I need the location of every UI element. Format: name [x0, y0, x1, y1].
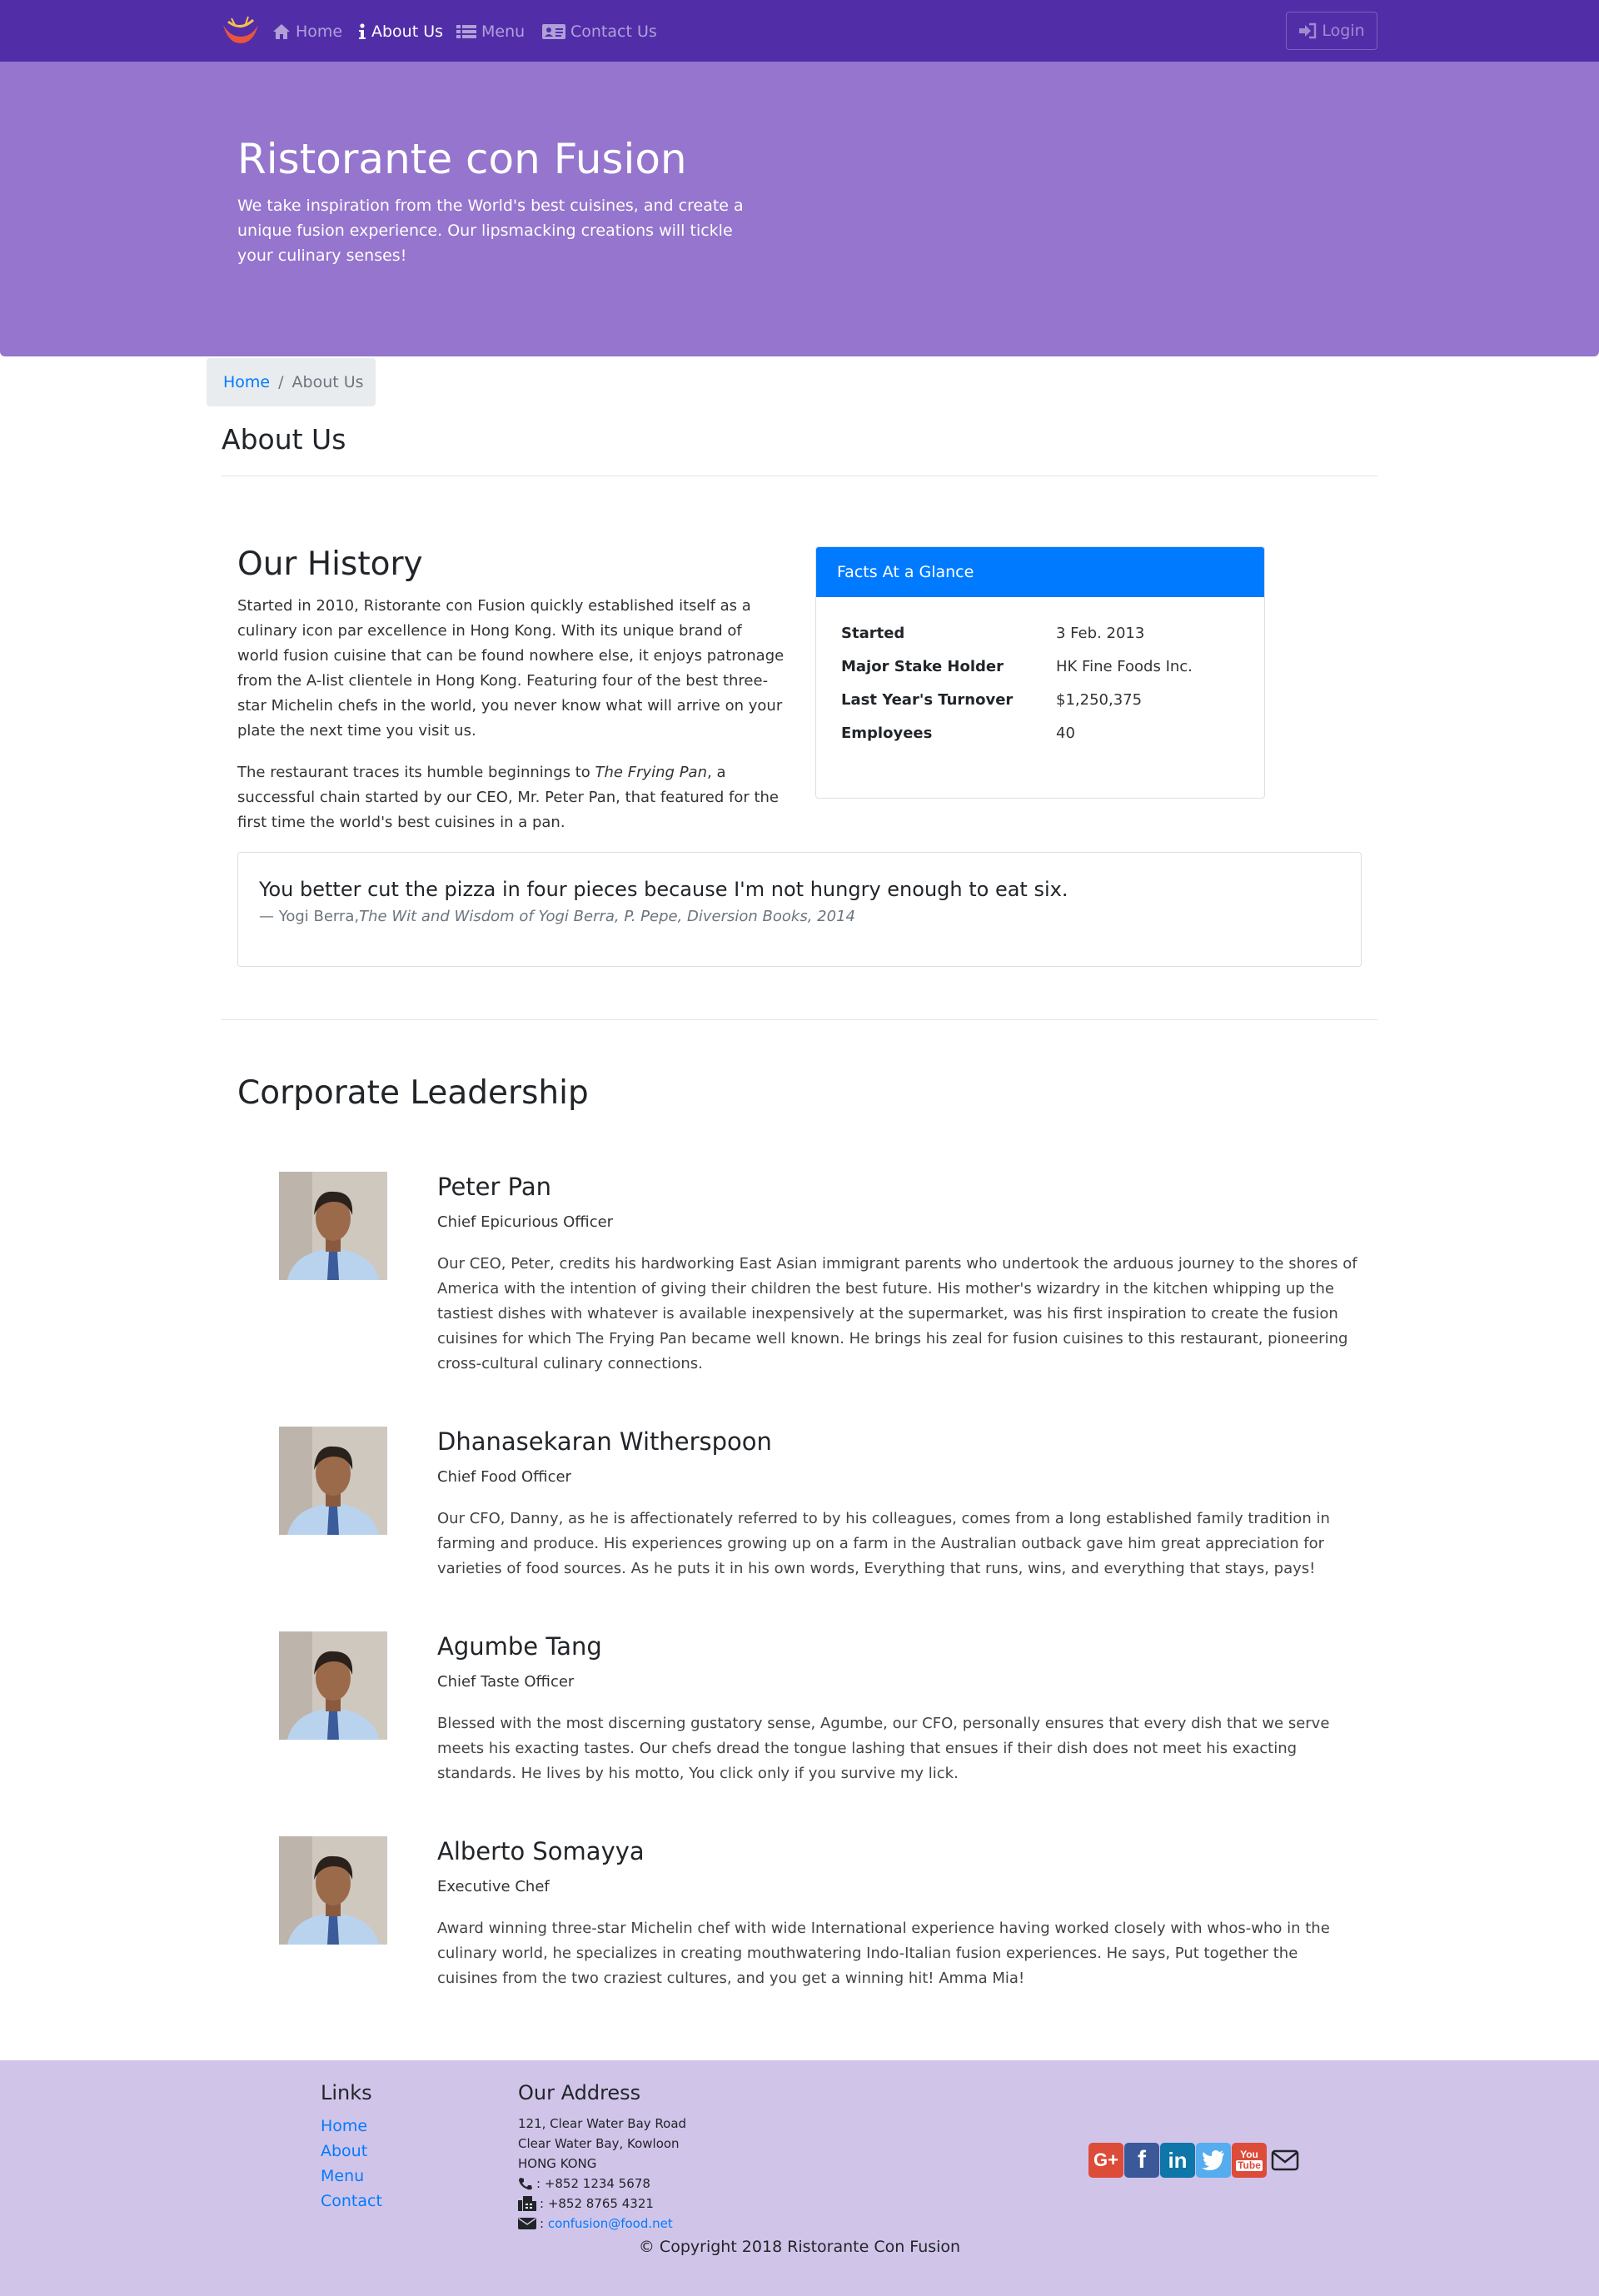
- nav-about-us-label: About Us: [371, 22, 444, 41]
- history-paragraph-1: Started in 2010, Ristorante con Fusion q…: [237, 597, 785, 740]
- youtube-icon[interactable]: You Tube: [1232, 2143, 1267, 2178]
- nav-menu-label: Menu: [481, 22, 526, 41]
- breadcrumb-home[interactable]: Home: [223, 373, 270, 391]
- fact-label: Major Stake Holder: [841, 658, 1004, 675]
- social-links: G+ f in You Tube: [1088, 2143, 1303, 2178]
- nav-contact-us-label: Contact Us: [570, 22, 657, 41]
- fact-label: Started: [841, 625, 905, 642]
- email-link[interactable]: confusion@food.net: [548, 2216, 673, 2231]
- facts-card: Facts At a Glance Started 3 Feb. 2013 Ma…: [815, 546, 1265, 799]
- quote-author: — Yogi Berra,: [259, 908, 360, 925]
- info-icon: [358, 23, 366, 40]
- leadership-title: Corporate Leadership: [237, 1074, 589, 1112]
- login-button[interactable]: Login: [1286, 12, 1377, 50]
- jumbotron-text: We take inspiration from the World's bes…: [237, 197, 744, 265]
- jumbotron: Ristorante con Fusion We take inspiratio…: [0, 62, 1599, 356]
- address-line: Clear Water Bay, Kowloon: [518, 2136, 680, 2151]
- fax-number: : +852 8765 4321: [540, 2196, 654, 2211]
- quote-source: The Wit and Wisdom of Yogi Berra, P. Pep…: [359, 908, 855, 925]
- leader-description: Award winning three-star Michelin chef w…: [437, 1920, 1330, 1987]
- fact-row: Started 3 Feb. 2013: [841, 625, 1144, 642]
- footer-link-contact[interactable]: Contact: [321, 2192, 382, 2210]
- footer-address-heading: Our Address: [518, 2081, 641, 2104]
- leader-name: Dhanasekaran Witherspoon: [437, 1427, 772, 1456]
- leader-name: Alberto Somayya: [437, 1837, 645, 1865]
- leader-role: Chief Taste Officer: [437, 1673, 575, 1691]
- fact-row: Last Year's Turnover $1,250,375: [841, 691, 1142, 709]
- sign-in-icon: [1298, 22, 1317, 39]
- restaurant-logo[interactable]: [220, 15, 262, 48]
- leader-role: Chief Food Officer: [437, 1468, 571, 1486]
- footer-link-home[interactable]: Home: [321, 2117, 367, 2135]
- twitter-icon[interactable]: [1196, 2143, 1231, 2178]
- login-label: Login: [1322, 22, 1365, 40]
- footer-links-heading: Links: [321, 2081, 372, 2104]
- leader-name: Peter Pan: [437, 1173, 551, 1201]
- home-icon: [272, 23, 291, 40]
- fact-value: $1,250,375: [1056, 691, 1143, 709]
- nav-about-us[interactable]: About Us: [358, 20, 443, 43]
- nav-home[interactable]: Home: [272, 20, 342, 43]
- nav-contact-us[interactable]: Contact Us: [542, 20, 657, 43]
- jumbotron-title: Ristorante con Fusion: [237, 135, 687, 183]
- copyright: © Copyright 2018 Ristorante Con Fusion: [638, 2238, 961, 2256]
- quote-card: You better cut the pizza in four pieces …: [237, 852, 1362, 967]
- leader-role: Chief Epicurious Officer: [437, 1213, 614, 1231]
- list-icon: [456, 23, 476, 40]
- phone-number: : +852 1234 5678: [536, 2176, 650, 2191]
- phone-icon: [518, 2177, 533, 2190]
- leader-description: Our CFO, Danny, as he is affectionately …: [437, 1510, 1330, 1577]
- address-line: 121, Clear Water Bay Road: [518, 2116, 687, 2131]
- nav-home-label: Home: [296, 22, 343, 41]
- footer-link-about[interactable]: About: [321, 2142, 367, 2160]
- quote-text: You better cut the pizza in four pieces …: [259, 878, 1068, 901]
- leader-photo: [279, 1172, 387, 1280]
- footer: [0, 2060, 1599, 2296]
- footer-link-menu[interactable]: Menu: [321, 2167, 364, 2185]
- frying-pan-name: The Frying Pan: [595, 764, 707, 781]
- page-title: About Us: [222, 423, 346, 456]
- leader-role: Executive Chef: [437, 1878, 550, 1895]
- facts-card-header: Facts At a Glance: [816, 547, 1264, 597]
- fact-row: Major Stake Holder HK Fine Foods Inc.: [841, 658, 1193, 675]
- history-paragraph-2: The restaurant traces its humble beginni…: [237, 764, 779, 831]
- breadcrumb-current: About Us: [291, 373, 364, 391]
- leader-photo: [279, 1836, 387, 1945]
- fact-value: HK Fine Foods Inc.: [1056, 658, 1193, 675]
- envelope-solid-icon: [518, 2217, 536, 2230]
- fact-label: Employees: [841, 725, 933, 742]
- email-line: : confusion@food.net: [518, 2216, 673, 2231]
- leader-photo: [279, 1427, 387, 1535]
- leader-description: Our CEO, Peter, credits his hardworking …: [437, 1255, 1357, 1372]
- navbar: Home About Us Menu Contact Us Login: [0, 0, 1599, 62]
- quote-footer: — Yogi Berra,The Wit and Wisdom of Yogi …: [259, 908, 855, 925]
- history-title: Our History: [237, 545, 423, 583]
- envelope-icon[interactable]: [1268, 2143, 1303, 2178]
- fact-value: 3 Feb. 2013: [1056, 625, 1145, 642]
- address-line: HONG KONG: [518, 2156, 597, 2171]
- breadcrumb: Home / About Us: [207, 358, 376, 406]
- fact-value: 40: [1056, 725, 1075, 742]
- leader-description: Blessed with the most discerning gustato…: [437, 1715, 1330, 1782]
- fact-row: Employees 40: [841, 725, 1075, 742]
- breadcrumb-separator: /: [278, 373, 284, 391]
- facebook-icon[interactable]: f: [1124, 2143, 1159, 2178]
- google-plus-icon[interactable]: G+: [1088, 2143, 1123, 2178]
- leader-photo: [279, 1631, 387, 1740]
- divider: [222, 1019, 1377, 1020]
- fax-icon: [518, 2196, 536, 2211]
- phone-line: : +852 1234 5678: [518, 2176, 650, 2191]
- address-card-icon: [542, 23, 565, 40]
- linkedin-icon[interactable]: in: [1160, 2143, 1195, 2178]
- fact-label: Last Year's Turnover: [841, 691, 1014, 709]
- fax-line: : +852 8765 4321: [518, 2196, 654, 2211]
- nav-menu[interactable]: Menu: [456, 20, 525, 43]
- leader-name: Agumbe Tang: [437, 1632, 602, 1661]
